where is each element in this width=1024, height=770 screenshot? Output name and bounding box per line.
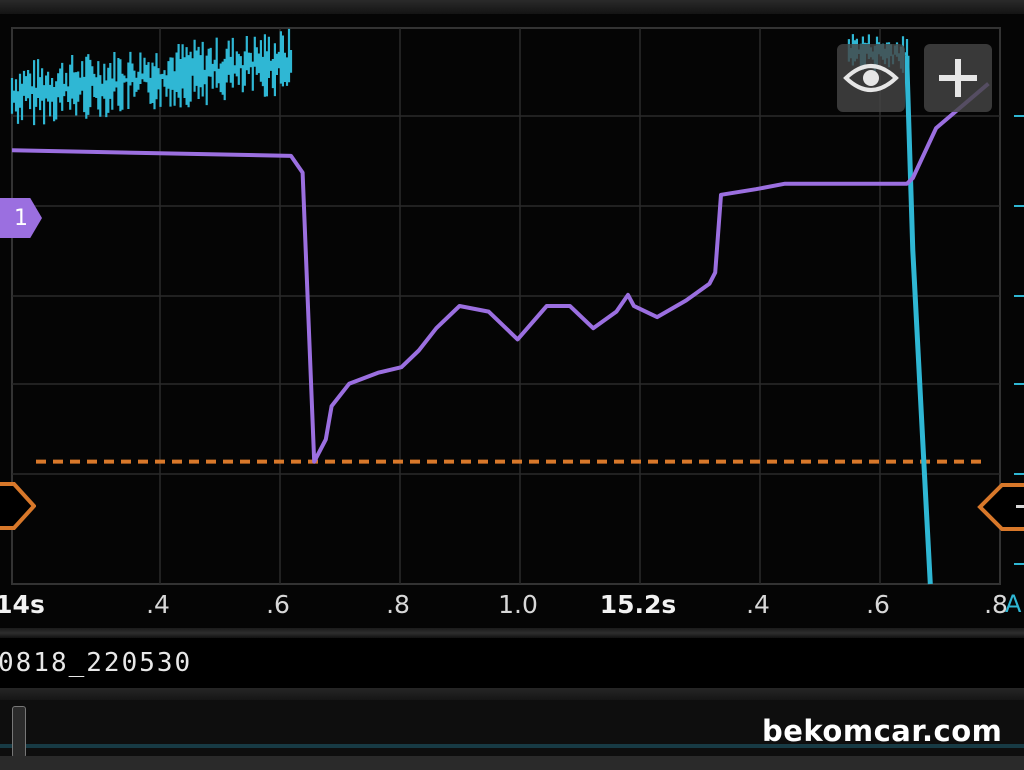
x-tick-label: .6 — [866, 590, 890, 619]
x-tick-label: 15.2s — [599, 590, 677, 619]
top-status-strip — [0, 0, 1024, 14]
series-layer — [10, 28, 990, 585]
channel-1-label: 1 — [14, 205, 28, 231]
trigger-handle-left[interactable] — [0, 482, 36, 530]
overview-handle[interactable] — [12, 706, 26, 758]
divider — [0, 688, 1024, 700]
divider — [0, 628, 1024, 638]
file-name: 0818_220530 — [0, 648, 193, 678]
add-channel-button[interactable] — [924, 44, 992, 112]
x-tick-label: .4 — [146, 590, 170, 619]
trigger-handle-right[interactable] — [976, 482, 1024, 532]
channel-unit-label: A — [1005, 590, 1022, 618]
file-name-bar[interactable]: 0818_220530 — [0, 638, 1024, 688]
plus-icon — [939, 59, 977, 97]
series-a-noise-band — [10, 28, 293, 126]
x-axis: 14s .4 .6 .8 1.0 15.2s .4 .6 .8 — [0, 584, 1024, 628]
x-tick-label: 14s — [0, 590, 45, 619]
eye-icon — [843, 64, 899, 92]
x-tick-label: .8 — [386, 590, 410, 619]
series-b-line — [11, 82, 990, 464]
x-tick-label: .4 — [746, 590, 770, 619]
x-tick-label: 1.0 — [498, 590, 538, 619]
x-tick-label: .6 — [266, 590, 290, 619]
scope-plot-area[interactable]: 1 — [0, 14, 1024, 636]
overview-scrollbar[interactable]: bekomcar.com — [0, 700, 1024, 770]
watermark: bekomcar.com — [762, 714, 1003, 748]
visibility-button[interactable] — [837, 44, 905, 112]
series-a-line — [904, 55, 933, 585]
overview-track — [0, 756, 1024, 770]
